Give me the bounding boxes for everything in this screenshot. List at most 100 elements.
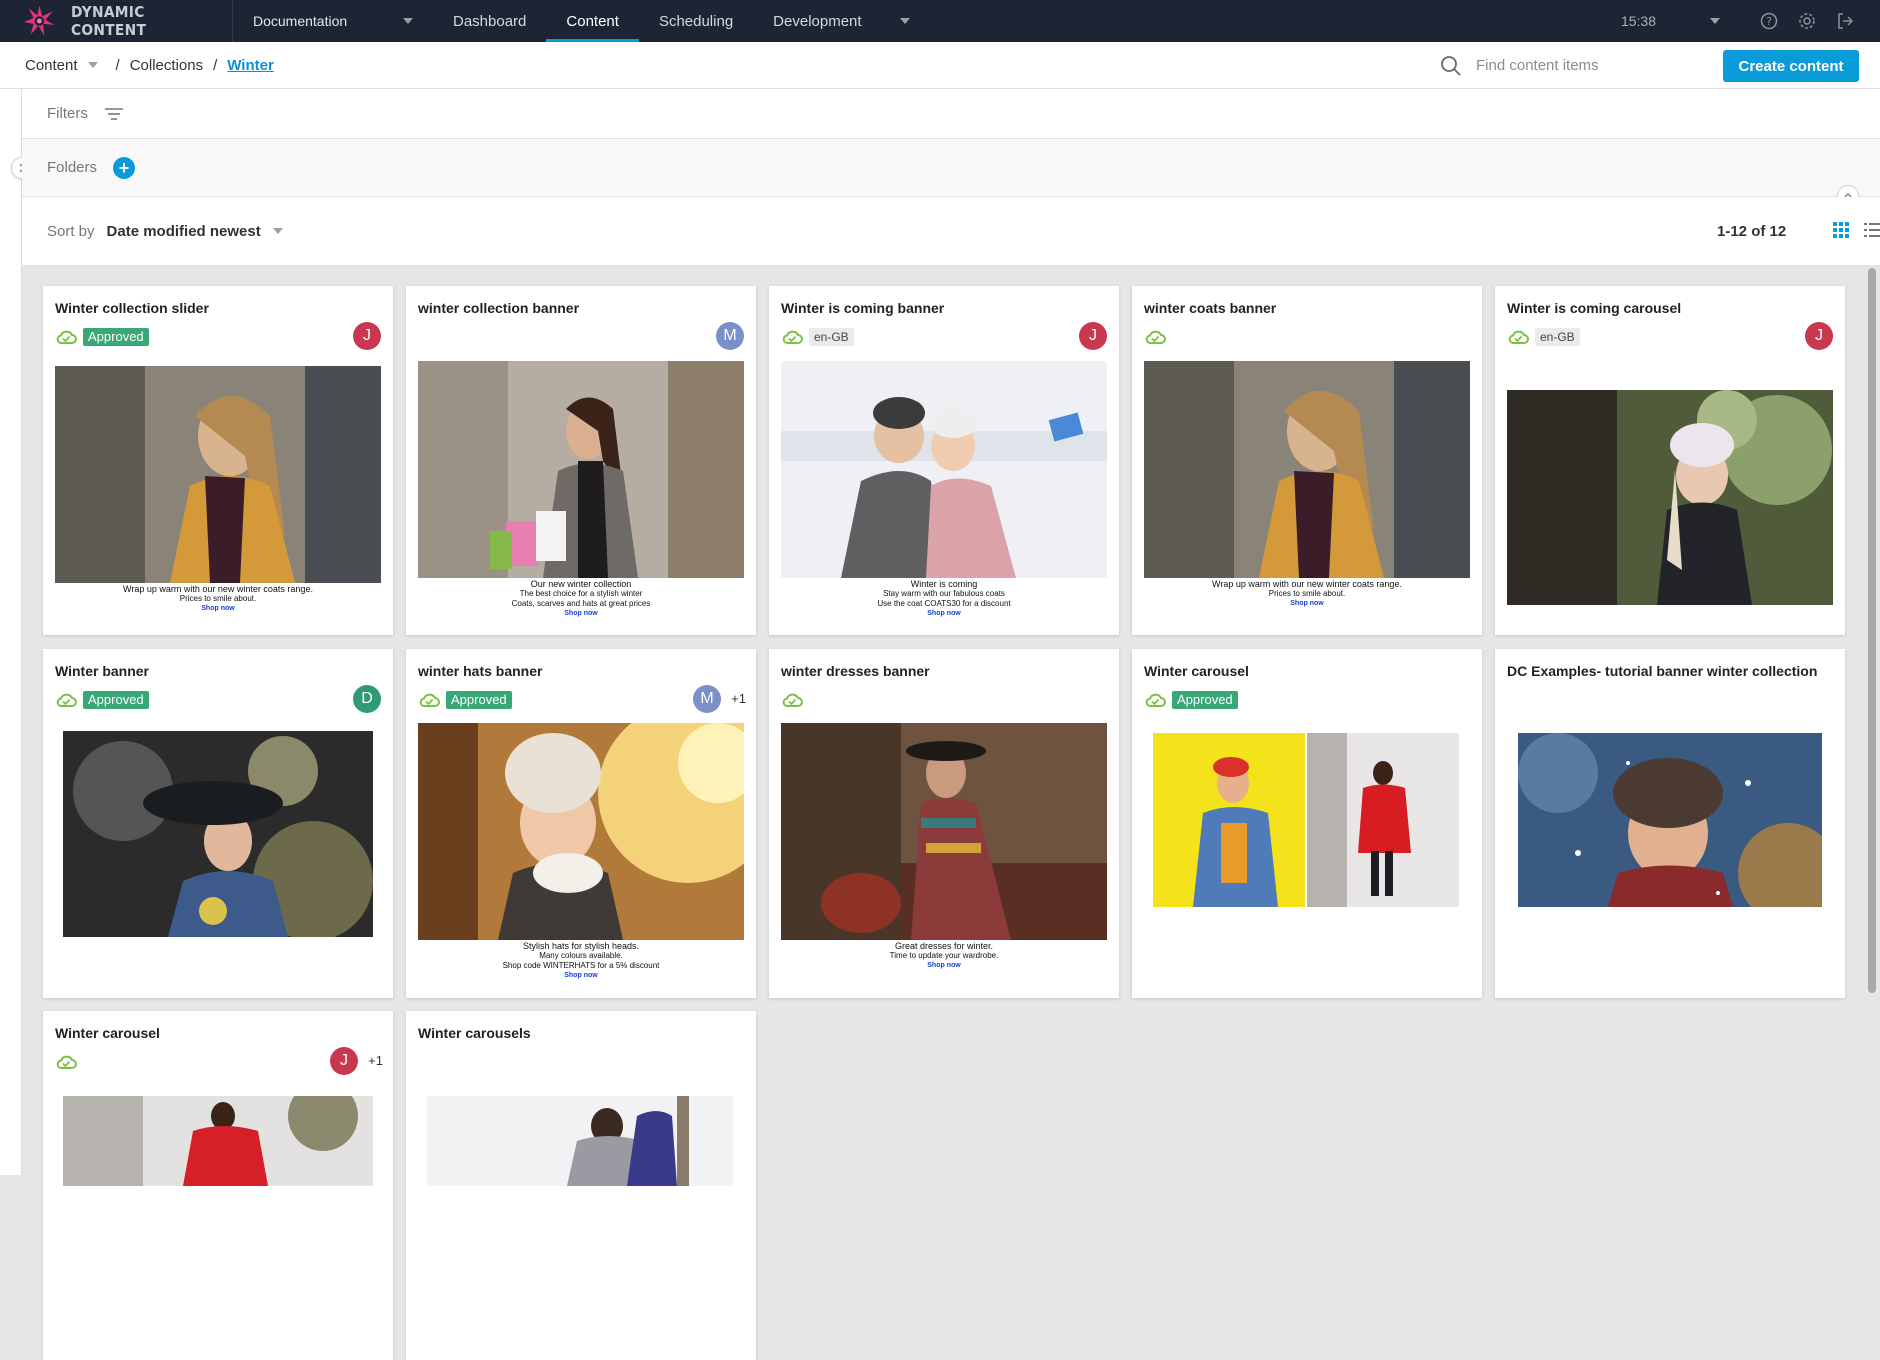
card-title[interactable]: DC Examples- tutorial banner winter coll… [1507,663,1817,679]
avatar[interactable]: J [1805,322,1833,350]
tab-label: Dashboard [453,12,527,30]
search-input[interactable]: Find content items [1476,57,1599,74]
card-thumbnail [1507,390,1833,605]
filters-label: Filters [47,105,88,122]
hub-name: Documentation [253,13,348,29]
card-title[interactable]: Winter is coming banner [781,300,944,316]
card-title[interactable]: Winter carousel [1144,663,1249,679]
card-status: Approved [55,327,149,347]
brand[interactable]: DYNAMIC CONTENT [0,0,233,42]
avatar[interactable]: J [1079,322,1107,350]
help-button[interactable]: ? [1750,0,1788,42]
create-content-button[interactable]: Create content [1723,50,1859,82]
card-status: Approved [1144,690,1238,710]
breadcrumb-collections[interactable]: Collections [130,57,203,74]
card-status: en-GB [781,327,854,347]
avatar[interactable]: M [693,685,721,713]
avatar[interactable]: D [353,685,381,713]
grid-view-icon[interactable] [1833,222,1849,238]
card-title[interactable]: winter coats banner [1144,300,1276,316]
avatar[interactable]: J [353,322,381,350]
tab-scheduling[interactable]: Scheduling [639,0,753,42]
breadcrumb: Content / Collections / Winter [0,57,274,74]
card-title[interactable]: winter dresses banner [781,663,930,679]
filters-bar[interactable]: Filters [22,89,1880,139]
breadcrumb-winter[interactable]: Winter [227,57,274,74]
content-card[interactable]: Winter carousel Approved [1132,649,1482,998]
content-card[interactable]: Winter banner Approved D [43,649,393,998]
search-icon [1441,55,1461,76]
chevron-down-icon[interactable] [87,62,98,68]
gear-icon [1799,13,1815,29]
filter-icon[interactable] [104,106,124,122]
settings-button[interactable] [1788,0,1826,42]
chevron-down-icon[interactable] [272,228,283,234]
content-card[interactable]: winter coats banner Wrap up warm with ou… [1132,286,1482,635]
card-thumbnail [427,1096,733,1186]
status-badge: Approved [83,328,149,346]
content-card[interactable]: DC Examples- tutorial banner winter coll… [1495,649,1845,998]
shop-now-link: Shop now [927,610,961,617]
breadcrumb-content[interactable]: Content [25,57,78,74]
shop-now-link: Shop now [201,605,235,612]
sort-select[interactable]: Date modified newest [107,223,261,240]
carousel-preview-image [1153,733,1459,907]
card-title[interactable]: Winter collection slider [55,300,209,316]
banner-copy: Winter is coming Stay warm with our fabu… [781,579,1107,619]
tab-development[interactable]: Development [753,0,929,42]
hub-selector[interactable]: Documentation [233,0,433,42]
banner-headline: Winter is coming [910,579,978,589]
extra-collaborators-count: +1 [368,1053,383,1068]
card-thumbnail [781,723,1107,940]
card-title[interactable]: Winter carousel [55,1025,160,1041]
card-status [55,1052,77,1072]
woman-in-red-coat-image [63,1096,373,1186]
tab-content[interactable]: Content [546,0,639,42]
content-card[interactable]: Winter carousel J +1 [43,1011,393,1360]
banner-subline: Coats, scarves and hats at great prices [511,599,651,608]
scrollbar[interactable] [1868,268,1876,993]
shop-now-link: Shop now [564,610,598,617]
banner-copy: Great dresses for winter. Time to update… [781,941,1107,971]
avatar[interactable]: J [330,1047,358,1075]
cloud-check-icon [1144,329,1166,345]
banner-subline: Many colours available. [539,951,623,960]
locale-badge: en-GB [809,328,854,346]
content-card[interactable]: winter hats banner Approved M +1 Stylish… [406,649,756,998]
content-card[interactable]: Winter is coming carousel en-GB J [1495,286,1845,635]
woman-with-phone-image [1507,390,1833,605]
chevron-down-icon [403,18,413,24]
shop-now-link: Shop now [927,962,961,969]
breadcrumb-bar: Content / Collections / Winter Find cont… [0,42,1880,89]
folder-panel-strip [0,89,22,1175]
time-dropdown[interactable] [1696,0,1734,42]
logout-button[interactable] [1826,0,1864,42]
locale-badge: en-GB [1535,328,1580,346]
card-thumbnail [781,361,1107,578]
avatar[interactable]: M [716,322,744,350]
add-folder-button[interactable]: + [113,156,136,179]
search-box[interactable]: Find content items [1440,42,1599,89]
list-view-icon[interactable] [1864,222,1880,238]
card-title[interactable]: winter collection banner [418,300,579,316]
card-title[interactable]: winter hats banner [418,663,542,679]
tab-dashboard[interactable]: Dashboard [433,0,546,42]
card-title[interactable]: Winter carousels [418,1025,531,1041]
banner-subline: Stay warm with our fabulous coats [883,589,1005,598]
folders-label: Folders [47,159,98,176]
card-thumbnail [418,723,744,940]
brand-name: DYNAMIC CONTENT [70,3,146,39]
content-card[interactable]: Winter carousels [406,1011,756,1360]
card-title[interactable]: Winter is coming carousel [1507,300,1681,316]
banner-subline: Shop code WINTERHATS for a 5% discount [502,961,660,970]
folders-bar: Folders + [22,139,1880,197]
svg-text:?: ? [1766,15,1772,28]
cloud-check-icon [781,692,803,708]
content-card[interactable]: Winter collection slider Approved J Wrap… [43,286,393,635]
chevron-down-icon [899,18,910,24]
content-card[interactable]: winter dresses banner Great dresses for … [769,649,1119,998]
card-title[interactable]: Winter banner [55,663,149,679]
content-card[interactable]: Winter is coming banner en-GB J Winter i… [769,286,1119,635]
chevron-down-icon [1710,18,1720,24]
content-card[interactable]: winter collection banner M Our new winte… [406,286,756,635]
